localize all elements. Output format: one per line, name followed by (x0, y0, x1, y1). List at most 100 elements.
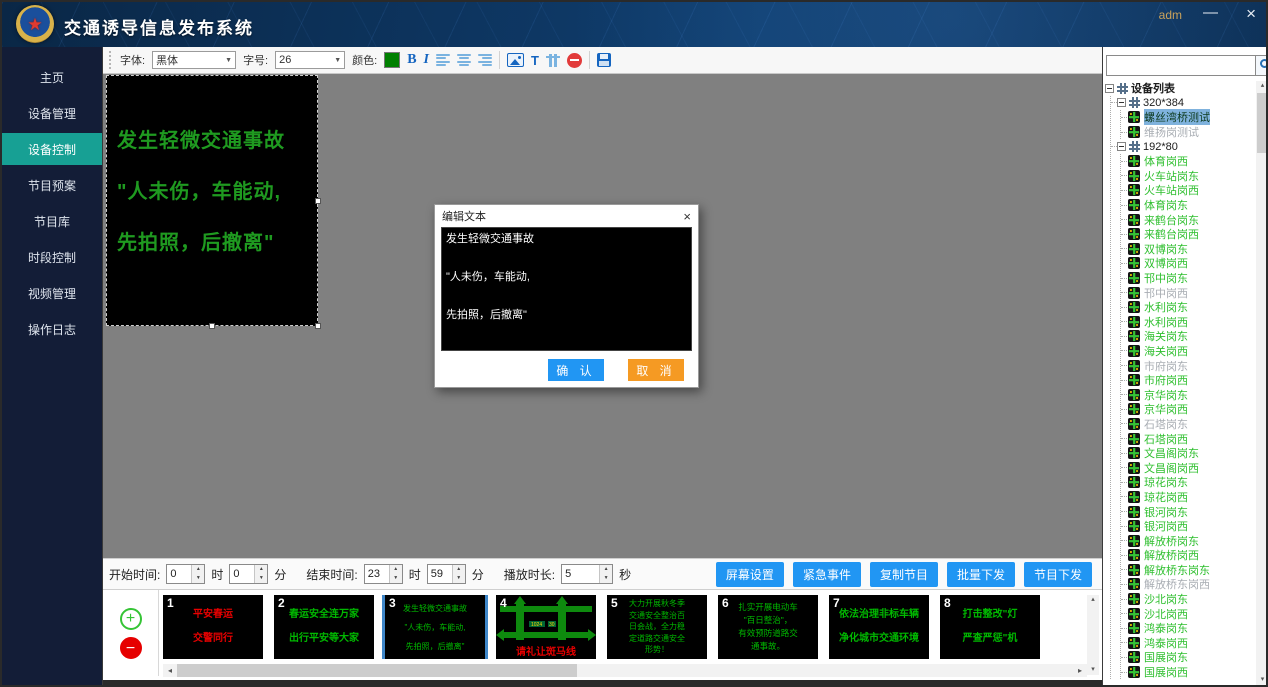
program-thumbnail-6[interactable]: 6扎实开展电动车"百日整治"，有效预防道路交通事故。 (718, 595, 818, 659)
device-node[interactable]: 体育岗东 (1121, 198, 1257, 213)
device-node[interactable]: 文昌阁岗东 (1121, 446, 1257, 461)
device-node[interactable]: 海关岗西 (1121, 344, 1257, 359)
device-node[interactable]: 京华岗东 (1121, 387, 1257, 402)
device-node[interactable]: 银河岗西 (1121, 519, 1257, 534)
device-node[interactable]: 水利岗西 (1121, 315, 1257, 330)
device-node[interactable]: 市府岗西 (1121, 373, 1257, 388)
scroll-up-icon[interactable]: ▴ (1091, 595, 1095, 605)
program-thumbnail-2[interactable]: 2春运安全连万家出行平安等大家 (274, 595, 374, 659)
confirm-button[interactable]: 确 认 (548, 359, 604, 381)
device-node[interactable]: 体育岗西 (1121, 154, 1257, 169)
device-node[interactable]: 石塔岗东 (1121, 417, 1257, 432)
tree-root[interactable]: 设备列表 (1105, 81, 1257, 96)
device-node[interactable]: 水利岗东 (1121, 300, 1257, 315)
tree-group-320*384[interactable]: 320*384 (1111, 96, 1257, 111)
italic-button[interactable]: I (424, 52, 429, 68)
sidebar-item-1[interactable]: 主页 (2, 61, 102, 93)
sidebar-item-7[interactable]: 视频管理 (2, 277, 102, 309)
scroll-right-icon[interactable]: ▸ (1073, 666, 1087, 675)
device-node[interactable]: 沙北岗西 (1121, 606, 1257, 621)
resize-handle-right[interactable] (315, 198, 321, 204)
device-node[interactable]: 解放桥东岗东 (1121, 563, 1257, 578)
minimize-icon[interactable]: — (1203, 4, 1218, 21)
device-node[interactable]: 京华岗西 (1121, 402, 1257, 417)
dialog-close-icon[interactable]: × (683, 209, 691, 224)
align-center-icon[interactable] (457, 54, 471, 66)
search-input[interactable] (1106, 55, 1256, 76)
scroll-up-icon[interactable]: ▴ (1261, 81, 1265, 91)
device-node[interactable]: 鸿泰岗西 (1121, 636, 1257, 651)
panel-scrollbar[interactable]: ▴ ▾ (1256, 81, 1268, 685)
align-right-icon[interactable] (478, 54, 492, 66)
spinner-icons[interactable]: ▲▼ (389, 565, 402, 583)
vertical-scrollbar[interactable]: ▴ ▾ (1087, 595, 1099, 675)
end-minute-stepper[interactable]: 59▲▼ (427, 564, 466, 584)
spinner-icons[interactable]: ▲▼ (452, 565, 465, 583)
collapse-icon[interactable] (1117, 142, 1126, 151)
device-node[interactable]: 双博岗东 (1121, 242, 1257, 257)
device-node[interactable]: 维扬岗测试 (1121, 125, 1257, 140)
editor-canvas[interactable]: 发生轻微交通事故"人未伤，车能动,先拍照，后撤离" 编辑文本 × 发生轻微交通事… (103, 74, 1102, 558)
cancel-button[interactable]: 取 消 (628, 359, 684, 381)
device-node[interactable]: 螺丝湾桥测试 (1121, 110, 1257, 125)
end-hour-stepper[interactable]: 23▲▼ (364, 564, 403, 584)
close-icon[interactable]: × (1246, 4, 1256, 24)
program-thumbnail-4[interactable]: 4102430请礼让斑马线 (496, 595, 596, 659)
resize-handle-corner[interactable] (315, 323, 321, 329)
device-node[interactable]: 国展岗东 (1121, 650, 1257, 665)
device-node[interactable]: 火车站岗东 (1121, 169, 1257, 184)
action-button-4[interactable]: 批量下发 (947, 562, 1015, 587)
remove-program-icon[interactable]: − (120, 637, 142, 659)
bold-button[interactable]: B (407, 52, 416, 68)
device-node[interactable]: 鸿泰岗东 (1121, 621, 1257, 636)
tree-group-192*80[interactable]: 192*80 (1111, 139, 1257, 154)
spinner-icons[interactable]: ▲▼ (191, 565, 204, 583)
device-node[interactable]: 火车站岗西 (1121, 183, 1257, 198)
scroll-down-icon[interactable]: ▾ (1261, 675, 1265, 685)
device-node[interactable]: 国展岗西 (1121, 665, 1257, 680)
device-node[interactable]: 琼花岗西 (1121, 490, 1257, 505)
color-swatch[interactable] (384, 52, 400, 68)
horizontal-scrollbar[interactable]: ◂ ▸ (163, 664, 1087, 677)
scroll-down-icon[interactable]: ▾ (1091, 665, 1095, 675)
program-thumbnail-1[interactable]: 1平安春运交警同行 (163, 595, 263, 659)
duration-stepper[interactable]: 5▲▼ (561, 564, 613, 584)
sidebar-item-4[interactable]: 节目预案 (2, 169, 102, 201)
device-node[interactable]: 解放桥岗东 (1121, 533, 1257, 548)
sidebar-item-2[interactable]: 设备管理 (2, 97, 102, 129)
sidebar-item-5[interactable]: 节目库 (2, 205, 102, 237)
insert-image-icon[interactable] (507, 53, 524, 67)
spinner-icons[interactable]: ▲▼ (599, 565, 612, 583)
device-node[interactable]: 双博岗西 (1121, 256, 1257, 271)
collapse-icon[interactable] (1117, 98, 1126, 107)
action-button-2[interactable]: 紧急事件 (793, 562, 861, 587)
edit-textarea[interactable]: 发生轻微交通事故 "人未伤，车能动, 先拍照，后撤离" (441, 227, 692, 351)
device-node[interactable]: 市府岗东 (1121, 358, 1257, 373)
start-hour-stepper[interactable]: 0▲▼ (166, 564, 205, 584)
program-thumbnail-5[interactable]: 5大力开展秋冬季交通安全整治百日会战，全力稳定道路交通安全形势！ (607, 595, 707, 659)
device-node[interactable]: 邗中岗东 (1121, 271, 1257, 286)
delete-element-icon[interactable] (567, 53, 582, 68)
device-node[interactable]: 海关岗东 (1121, 329, 1257, 344)
device-node[interactable]: 琼花岗东 (1121, 475, 1257, 490)
size-select[interactable]: 26 ▼ (275, 51, 345, 69)
program-thumbnail-8[interactable]: 8打击整改"灯严查严惩"机 (940, 595, 1040, 659)
action-button-5[interactable]: 节目下发 (1024, 562, 1092, 587)
device-node[interactable]: 沙北岗东 (1121, 592, 1257, 607)
program-thumbnail-7[interactable]: 7依法治理非标车辆净化城市交通环境 (829, 595, 929, 659)
action-button-1[interactable]: 屏幕设置 (716, 562, 784, 587)
start-minute-stepper[interactable]: 0▲▼ (229, 564, 268, 584)
led-preview-panel[interactable]: 发生轻微交通事故"人未伤，车能动,先拍照，后撤离" (106, 75, 318, 326)
device-node[interactable]: 来鹤台岗东 (1121, 212, 1257, 227)
sidebar-item-3[interactable]: 设备控制 (2, 133, 102, 165)
sidebar-item-8[interactable]: 操作日志 (2, 313, 102, 345)
device-node[interactable]: 来鹤台岗西 (1121, 227, 1257, 242)
add-program-icon[interactable]: + (120, 608, 142, 630)
save-icon[interactable] (597, 53, 611, 67)
scrollbar-thumb[interactable] (1257, 93, 1268, 153)
device-node[interactable]: 解放桥岗西 (1121, 548, 1257, 563)
sidebar-item-6[interactable]: 时段控制 (2, 241, 102, 273)
insert-text-icon[interactable]: T (531, 53, 539, 68)
search-button[interactable] (1256, 55, 1268, 76)
scroll-left-icon[interactable]: ◂ (163, 666, 177, 675)
